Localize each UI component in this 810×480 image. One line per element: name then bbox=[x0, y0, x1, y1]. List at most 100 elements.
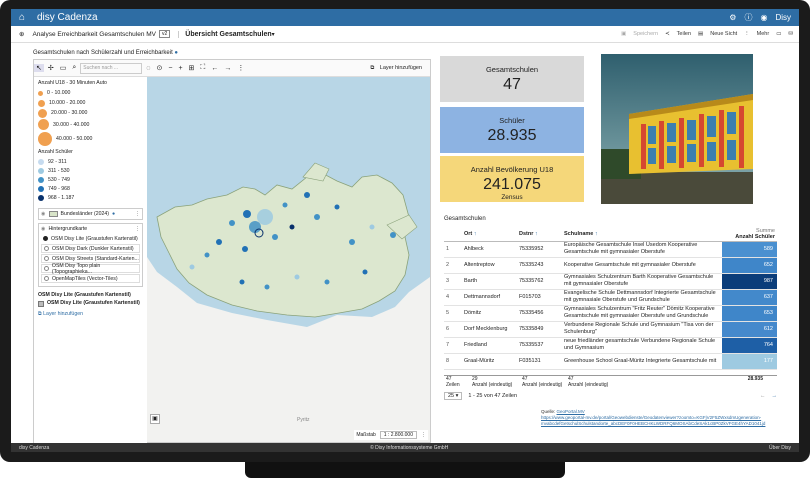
overview-map-icon[interactable]: ▣ bbox=[150, 414, 160, 424]
forward-icon[interactable]: → bbox=[222, 65, 233, 72]
back-icon[interactable]: ← bbox=[209, 65, 220, 72]
background-option[interactable]: OSM Disy Dark (Dunkler Kartenstil) bbox=[41, 244, 140, 253]
school-marker[interactable] bbox=[324, 279, 330, 285]
more-map-icon[interactable]: ⋮ bbox=[235, 64, 246, 72]
table-row[interactable]: 6 Dorf Mecklenburg 75335849 Verbundene Regi… bbox=[444, 321, 777, 338]
school-marker[interactable] bbox=[216, 239, 222, 245]
background-option[interactable]: OSM Disy Topo plain (Topographieka... bbox=[41, 263, 140, 275]
measure-icon[interactable]: ▭ bbox=[58, 64, 69, 72]
column-header-count[interactable]: Summe Anzahl Schüler bbox=[722, 227, 777, 242]
table-row[interactable]: 8 Graal-Müritz F035131 Greenhouse School Gr… bbox=[444, 353, 777, 370]
cell-dstnr: 75335849 bbox=[517, 321, 562, 338]
column-header-ort[interactable]: Ort ↑ bbox=[462, 227, 517, 242]
pin-icon[interactable]: ⊙ bbox=[154, 64, 164, 72]
source-url[interactable]: mvabcdefGetschulSchulstandorte_abcDEF0F0… bbox=[541, 421, 771, 427]
column-header-schulname[interactable]: Schulname ↑ bbox=[562, 227, 722, 242]
workbook-icon[interactable]: ⊕ bbox=[19, 30, 24, 38]
table-row[interactable]: 3 Barth 75335762 Gymnasiales Schulzentrum B… bbox=[444, 273, 777, 290]
school-marker[interactable] bbox=[349, 239, 355, 245]
share-icon: ≺ bbox=[665, 31, 670, 37]
dashboard-select[interactable]: Übersicht Gesamtschulen bbox=[178, 30, 272, 38]
reach-legend-item: 20.000 - 30.000 bbox=[38, 108, 143, 118]
user-name[interactable]: Disy bbox=[775, 13, 791, 22]
add-layer-button[interactable]: ⧉ Layer hinzufügen bbox=[366, 65, 426, 72]
panel-toggle-icon[interactable]: ▭ bbox=[776, 31, 781, 37]
layer-bundeslaender[interactable]: ◉ Bundesländer (2024) ● ⋮ bbox=[38, 208, 143, 220]
school-marker[interactable] bbox=[243, 210, 251, 218]
next-page-icon[interactable]: → bbox=[772, 393, 778, 399]
database-icon[interactable]: ⛁ bbox=[788, 31, 793, 37]
circle-icon bbox=[38, 194, 44, 201]
school-marker[interactable] bbox=[229, 220, 235, 226]
source-link[interactable]: GeoPortal.MV bbox=[557, 409, 585, 414]
table-row[interactable]: 1 Ahlbeck 75335952 Europäische Gesamtschule… bbox=[444, 241, 777, 258]
previous-page-icon[interactable]: ← bbox=[760, 393, 766, 399]
home-icon[interactable]: ⌂ bbox=[19, 12, 31, 23]
zoom-box-icon[interactable]: ⊞ bbox=[187, 64, 197, 72]
school-marker[interactable] bbox=[289, 224, 295, 230]
scale-value[interactable]: 1 : 2.800.000 bbox=[379, 431, 417, 439]
school-marker[interactable] bbox=[242, 246, 248, 252]
more-icon[interactable]: ⋮ bbox=[135, 211, 140, 217]
save-button[interactable]: Speichern bbox=[633, 31, 658, 37]
user-icon[interactable]: ◉ bbox=[760, 13, 767, 22]
share-button[interactable]: Teilen bbox=[677, 31, 691, 37]
fullscreen-icon[interactable]: ⛶ bbox=[198, 64, 207, 72]
chevron-down-icon[interactable]: ▾ bbox=[272, 31, 275, 38]
school-marker[interactable] bbox=[294, 274, 300, 280]
page-nav: ← → bbox=[760, 393, 777, 399]
map-canvas[interactable]: Pyritz ▣ Maßstab 1 : 2.800.000 ⋮ bbox=[147, 77, 430, 442]
more-button[interactable]: Mehr bbox=[757, 31, 770, 37]
move-icon[interactable]: ✢ bbox=[46, 64, 56, 72]
school-marker[interactable] bbox=[189, 264, 195, 270]
radio-icon bbox=[44, 256, 49, 261]
map-search-input[interactable]: Suchen nach ... bbox=[80, 62, 143, 74]
footer-sum: 28.935 bbox=[747, 376, 763, 382]
cell-ort: Ahlbeck bbox=[462, 241, 517, 258]
school-marker[interactable] bbox=[304, 192, 310, 198]
lasso-icon[interactable]: ◌ bbox=[144, 65, 152, 72]
table-row[interactable]: 2 Altentreptow 75335243 Kooperative Gesamts… bbox=[444, 257, 777, 274]
sort-up-icon[interactable]: ↑ bbox=[595, 231, 598, 237]
new-view-button[interactable]: Neue Sicht bbox=[710, 31, 737, 37]
workbook-title[interactable]: Analyse Erreichbarkeit Gesamtschulen MV bbox=[32, 31, 156, 38]
help-icon[interactable]: ⓘ bbox=[744, 12, 752, 23]
cell-dstnr: 75335456 bbox=[517, 305, 562, 322]
reach-legend-item: 30.000 - 40.000 bbox=[38, 118, 143, 131]
add-layer-link[interactable]: ⧉ Layer hinzufügen bbox=[34, 307, 147, 322]
table-row[interactable]: 5 Dömitz 75335456 Gymnasiales Schulzentrum … bbox=[444, 305, 777, 322]
eye-icon[interactable]: ◉ bbox=[41, 226, 46, 232]
more-icon[interactable]: ⋮ bbox=[135, 226, 140, 232]
sort-up-icon[interactable]: ↑ bbox=[474, 231, 477, 237]
about-link[interactable]: Über Disy bbox=[769, 445, 791, 451]
settings-icon[interactable]: ⚙ bbox=[729, 13, 736, 22]
school-marker[interactable] bbox=[272, 234, 278, 240]
school-marker[interactable] bbox=[204, 252, 210, 258]
school-marker[interactable] bbox=[334, 204, 340, 210]
select-cursor-icon[interactable]: ↖ bbox=[34, 64, 44, 72]
school-marker[interactable] bbox=[257, 209, 273, 225]
circle-icon bbox=[38, 90, 43, 96]
column-header-dstnr[interactable]: Dstnr ↑ bbox=[517, 227, 562, 242]
school-marker[interactable] bbox=[282, 202, 288, 208]
school-marker[interactable] bbox=[369, 224, 375, 230]
table-row[interactable]: 4 Dettmannsdorf F015703 Evangelische Schule… bbox=[444, 289, 777, 306]
more-icon[interactable]: ⋮ bbox=[421, 432, 426, 438]
school-marker[interactable] bbox=[239, 279, 245, 285]
school-marker[interactable] bbox=[362, 269, 368, 275]
background-option[interactable]: OSM Disy Lite (Graustufen Kartenstil) bbox=[41, 234, 140, 243]
cell-schulname: Gymnasiales Schulzentrum Barth Kooperati… bbox=[562, 273, 722, 290]
background-option[interactable]: OpenMapTiles (Vector-Tiles) bbox=[41, 274, 140, 283]
row-index: 8 bbox=[444, 353, 462, 370]
cell-schulname: Verbundene Regionale Schule und Gymnasiu… bbox=[562, 321, 722, 338]
school-marker[interactable] bbox=[264, 284, 270, 290]
zoom-in-icon[interactable]: + bbox=[176, 65, 184, 72]
sort-up-icon[interactable]: ↑ bbox=[535, 231, 538, 237]
cell-dstnr: F035131 bbox=[517, 353, 562, 370]
table-row[interactable]: 7 Friedland 75335537 neue friedländer gesam… bbox=[444, 337, 777, 354]
school-marker[interactable] bbox=[314, 214, 320, 220]
eye-icon[interactable]: ◉ bbox=[41, 211, 46, 217]
zoom-out-icon[interactable]: − bbox=[166, 65, 174, 72]
school-marker[interactable] bbox=[390, 232, 396, 238]
page-size-select[interactable]: 25 ▾ bbox=[444, 392, 463, 400]
